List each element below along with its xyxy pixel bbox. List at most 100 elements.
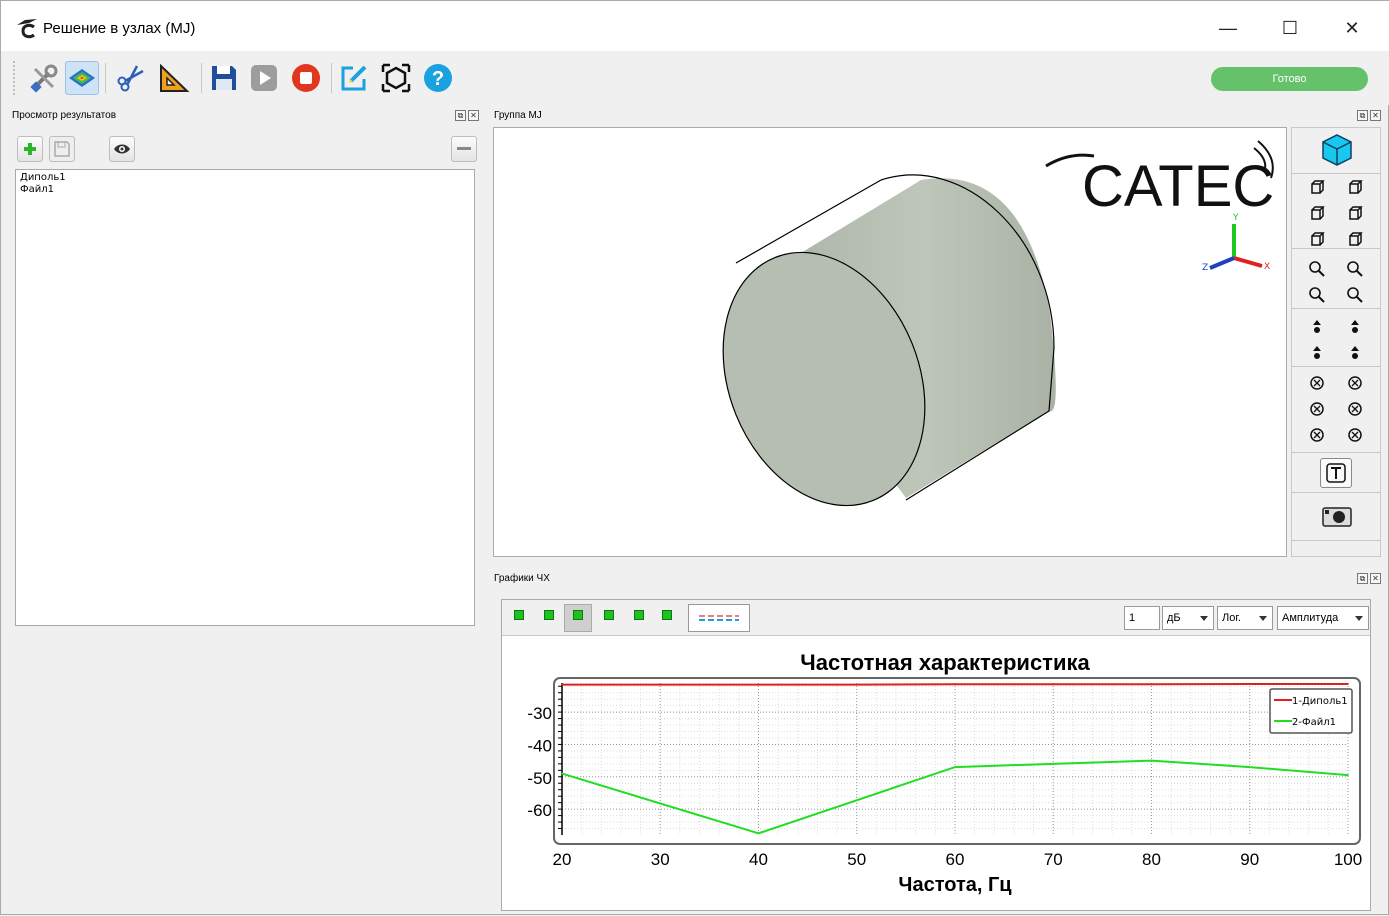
float-icon[interactable]: ⧉ — [1357, 573, 1368, 584]
axis-triad: Y X Z — [1202, 213, 1270, 273]
application-window: Решение в узлах (MJ) — ☐ ✕ ? Готово Прос… — [0, 0, 1389, 915]
float-icon[interactable]: ⧉ — [1357, 110, 1368, 121]
main-toolbar: ? — [1, 51, 1389, 105]
chevron-down-icon — [1355, 616, 1363, 621]
target-button[interactable] — [379, 61, 413, 95]
minimize-button[interactable]: — — [1205, 11, 1251, 45]
chart-panel-controls: ⧉ ✕ — [1357, 573, 1381, 584]
svg-text:Y: Y — [1232, 213, 1239, 223]
frequency-chart[interactable]: Частотная характеристика -30 -40 -50 -60 20 30… — [502, 637, 1370, 911]
text-tool-button[interactable] — [1320, 458, 1352, 488]
list-item[interactable]: Диполь1 — [20, 172, 470, 184]
remove-result-button[interactable] — [451, 136, 477, 162]
view-tools-panel — [1291, 127, 1381, 557]
3d-viewport[interactable]: CATEC Y X Z — [493, 127, 1287, 557]
scissors-icon — [117, 65, 144, 92]
front-view-icon[interactable] — [1308, 178, 1326, 196]
mode-select[interactable]: Амплитуда — [1277, 606, 1369, 630]
minus-icon — [457, 147, 471, 150]
legend-toggle-button[interactable] — [688, 604, 750, 632]
toolbar-separator — [105, 63, 106, 93]
toolbar-separator — [201, 63, 202, 93]
status-badge: Готово — [1211, 67, 1368, 91]
add-result-button[interactable] — [17, 136, 43, 162]
zoom-fit-icon[interactable] — [1308, 260, 1326, 278]
series-point-2 — [757, 832, 760, 835]
plus-icon — [24, 143, 36, 155]
list-item[interactable]: Файл1 — [20, 184, 470, 196]
series-point-2 — [1052, 763, 1055, 765]
tools-button[interactable] — [27, 61, 61, 95]
rotate-x-pos-icon[interactable] — [1346, 374, 1364, 392]
cut-button[interactable] — [115, 61, 149, 95]
svg-text:CATEC: CATEC — [1082, 154, 1274, 219]
series-point-2 — [1248, 766, 1251, 768]
unit-select[interactable]: дБ — [1162, 606, 1214, 630]
save-button[interactable] — [207, 61, 241, 95]
eye-icon — [114, 144, 130, 154]
catec-logo: CATEC — [1045, 140, 1274, 219]
chart-tool-icon[interactable] — [634, 610, 644, 620]
pan-right-icon[interactable] — [1346, 344, 1364, 362]
y-tick-label: -60 — [527, 801, 552, 820]
close-icon[interactable]: ✕ — [1370, 110, 1381, 121]
top-view-icon[interactable] — [1308, 230, 1326, 248]
edit-button[interactable] — [337, 61, 371, 95]
chart-tool-icon[interactable] — [573, 610, 583, 620]
zoom-window-icon[interactable] — [1346, 260, 1364, 278]
rotate-x-neg-icon[interactable] — [1308, 374, 1326, 392]
mode-select-value: Амплитуда — [1282, 612, 1339, 624]
save-result-button[interactable] — [49, 136, 75, 162]
right-view-icon[interactable] — [1346, 204, 1364, 222]
measure-button[interactable] — [157, 61, 191, 95]
maximize-button[interactable]: ☐ — [1267, 11, 1313, 45]
rotate-z-pos-icon[interactable] — [1346, 426, 1364, 444]
chart-tool-icon[interactable] — [514, 610, 524, 620]
3d-scene: CATEC Y X Z — [722, 140, 1274, 507]
series-point-1 — [757, 683, 760, 686]
pan-down-icon[interactable] — [1346, 318, 1364, 336]
pan-left-icon[interactable] — [1308, 344, 1326, 362]
close-icon[interactable]: ✕ — [1370, 573, 1381, 584]
zoom-out-icon[interactable] — [1346, 286, 1364, 304]
run-button[interactable] — [247, 61, 281, 95]
series-point-2 — [561, 772, 563, 775]
stop-button[interactable] — [289, 61, 323, 95]
left-view-icon[interactable] — [1308, 204, 1326, 222]
app-logo-icon — [17, 19, 37, 39]
value-input[interactable]: 1 — [1124, 606, 1160, 630]
chart-tool-icon[interactable] — [544, 610, 554, 620]
back-view-icon[interactable] — [1346, 178, 1364, 196]
help-button[interactable]: ? — [421, 61, 455, 95]
camera-icon[interactable] — [1321, 504, 1353, 528]
x-tick-label: 70 — [1044, 850, 1063, 869]
legend-lines-icon — [699, 615, 739, 621]
y-tick-label: -50 — [527, 769, 552, 788]
visibility-button[interactable] — [109, 136, 135, 162]
bottom-view-icon[interactable] — [1346, 230, 1364, 248]
close-button[interactable]: ✕ — [1329, 11, 1375, 45]
scale-select[interactable]: Лог. — [1217, 606, 1273, 630]
chart-tool-icon[interactable] — [604, 610, 614, 620]
svg-text:?: ? — [432, 68, 444, 90]
chevron-down-icon — [1259, 616, 1267, 621]
legend-label-2: 2-Файл1 — [1292, 717, 1336, 728]
plot-frame — [553, 677, 1361, 845]
cylinder-model — [722, 174, 1056, 507]
iso-view-icon[interactable] — [1320, 133, 1354, 167]
toolbar-grip[interactable] — [13, 61, 17, 95]
target-icon — [381, 63, 411, 93]
pan-up-icon[interactable] — [1308, 318, 1326, 336]
x-tick-label: 100 — [1334, 850, 1362, 869]
chart-tool-icon[interactable] — [662, 610, 672, 620]
rotate-z-neg-icon[interactable] — [1308, 426, 1326, 444]
rotate-y-neg-icon[interactable] — [1308, 400, 1326, 418]
series-point-1 — [659, 683, 662, 686]
title-bar: Решение в узлах (MJ) — ☐ ✕ — [1, 1, 1389, 51]
results-list[interactable]: Диполь1 Файл1 — [15, 169, 475, 626]
mesh-view-button[interactable] — [65, 61, 99, 95]
zoom-in-icon[interactable] — [1308, 286, 1326, 304]
series-point-1 — [855, 683, 858, 686]
rotate-y-pos-icon[interactable] — [1346, 400, 1364, 418]
edit-icon — [341, 65, 367, 91]
